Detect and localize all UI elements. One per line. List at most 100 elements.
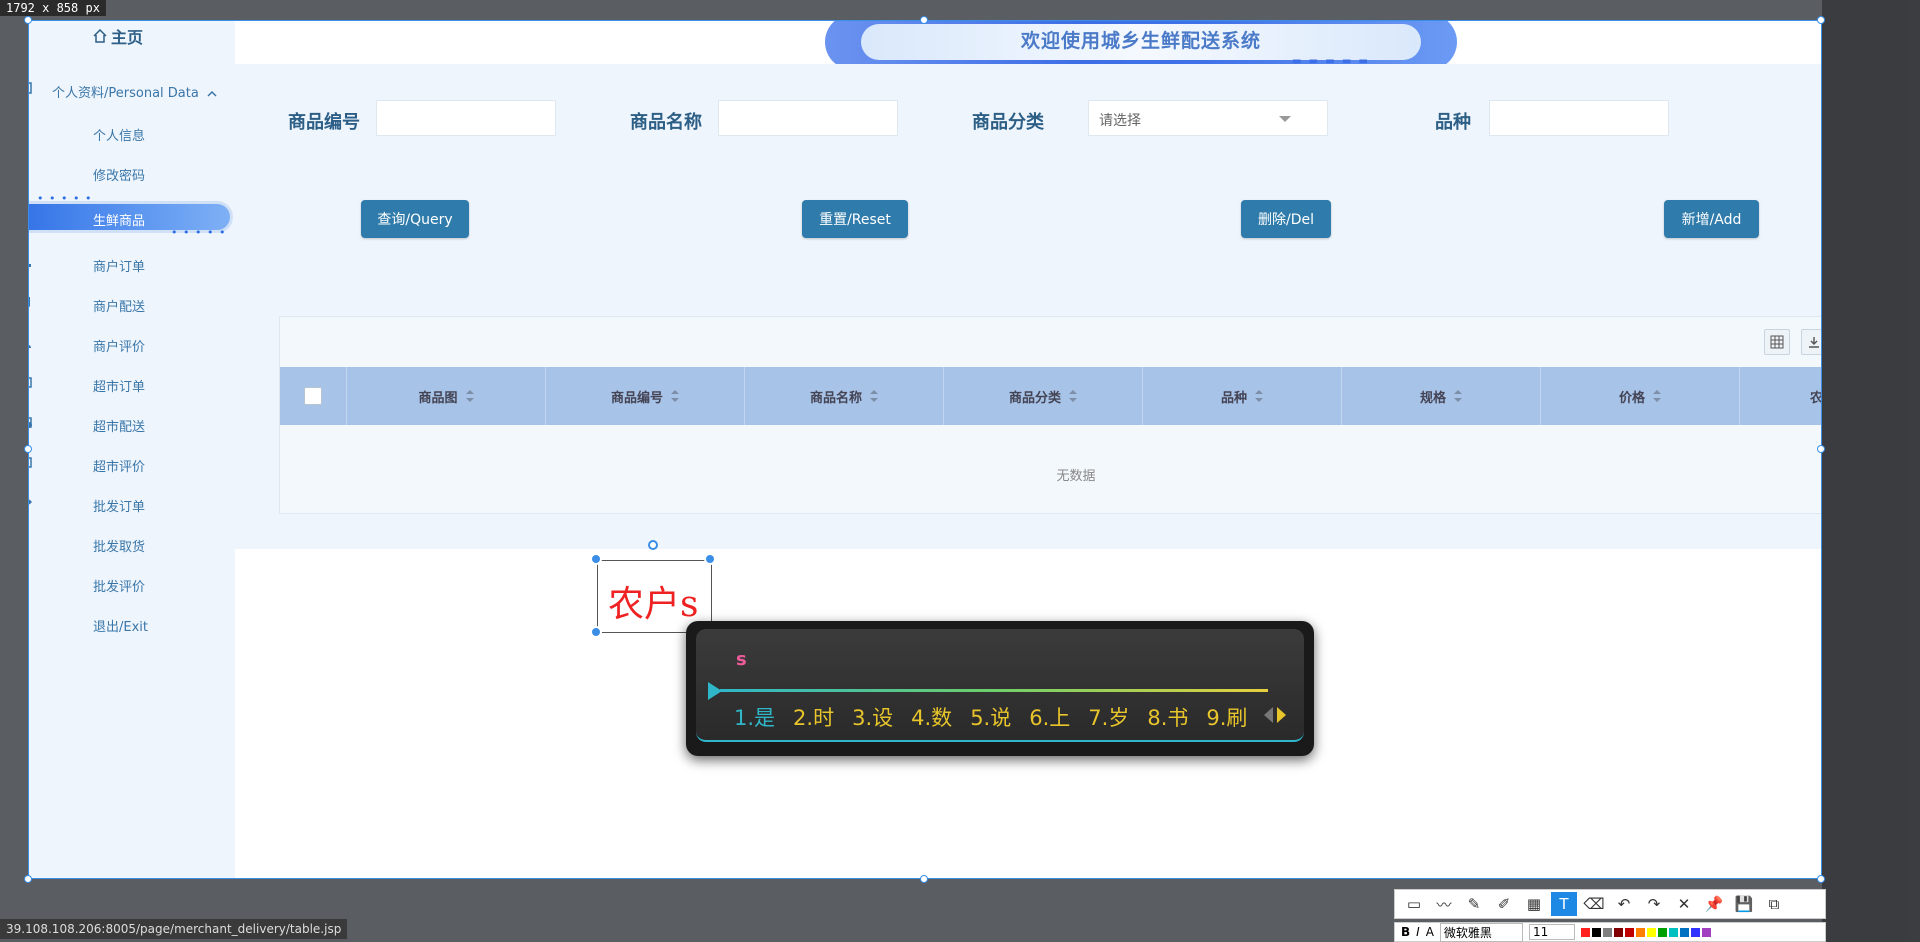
sidebar-item-merchant-review[interactable]: 商户评价 <box>93 336 145 355</box>
annotation-handle[interactable] <box>590 553 602 565</box>
color-swatch[interactable] <box>1669 927 1679 937</box>
sidebar-item-fresh-goods[interactable]: 生鲜商品 <box>93 210 145 229</box>
chevron-up-icon[interactable] <box>206 88 218 100</box>
resize-handle[interactable] <box>1817 445 1825 453</box>
prev-page-icon[interactable] <box>1264 707 1273 723</box>
variety-label: 品种 <box>1435 112 1471 133</box>
resize-handle[interactable] <box>920 16 928 24</box>
resize-handle[interactable] <box>24 16 32 24</box>
column-header[interactable]: 规格 <box>1342 367 1541 425</box>
pen-icon[interactable]: ✎ <box>1461 892 1487 916</box>
select-all-checkbox[interactable] <box>304 387 322 405</box>
color-swatch[interactable] <box>1647 927 1657 937</box>
ime-candidate[interactable]: 9.刷 <box>1206 702 1247 732</box>
delete-button[interactable]: 删除/Del <box>1241 200 1331 238</box>
color-swatch[interactable] <box>1581 927 1591 937</box>
ime-candidate[interactable]: 1.是 <box>734 702 775 732</box>
query-button[interactable]: 查询/Query <box>361 200 469 238</box>
color-swatch[interactable] <box>1625 927 1635 937</box>
resize-handle[interactable] <box>1817 16 1825 24</box>
color-swatch[interactable] <box>1592 927 1602 937</box>
color-swatch[interactable] <box>1636 927 1646 937</box>
export-icon[interactable] <box>1801 329 1822 355</box>
sort-icon[interactable] <box>1653 390 1661 402</box>
sidebar-item-change-password[interactable]: 修改密码 <box>93 165 145 184</box>
product-no-input[interactable] <box>376 100 556 136</box>
sidebar-item-supermarket-delivery[interactable]: 超市配送 <box>93 416 145 435</box>
sidebar-item-exit[interactable]: 退出/Exit <box>93 616 148 635</box>
pin-icon[interactable]: 📌 <box>1701 892 1727 916</box>
grid-icon[interactable] <box>1764 329 1790 355</box>
color-swatch[interactable] <box>1691 927 1701 937</box>
font-family-select[interactable]: 微软雅黑 <box>1439 922 1523 942</box>
redo-icon[interactable]: ↷ <box>1641 892 1667 916</box>
copy-icon[interactable]: ⧉ <box>1761 892 1787 916</box>
ime-candidate[interactable]: 2.时 <box>793 702 834 732</box>
add-button[interactable]: 新增/Add <box>1664 200 1759 238</box>
sort-icon[interactable] <box>1069 390 1077 402</box>
resize-handle[interactable] <box>24 445 32 453</box>
font-color-icon[interactable]: A <box>1426 925 1434 939</box>
column-header[interactable]: 品种 <box>1143 367 1342 425</box>
category-label: 商品分类 <box>972 112 1044 133</box>
sort-icon[interactable] <box>465 390 474 402</box>
color-swatch[interactable] <box>1614 927 1624 937</box>
variety-input[interactable] <box>1489 100 1669 136</box>
resize-handle[interactable] <box>920 875 928 883</box>
sidebar-item-wholesale-review[interactable]: 批发评价 <box>93 576 145 595</box>
ime-candidate[interactable]: 5.说 <box>970 702 1011 732</box>
rotate-handle[interactable] <box>648 540 658 550</box>
ime-candidate[interactable]: 4.数 <box>911 702 952 732</box>
column-header[interactable]: 商品图 <box>347 367 546 425</box>
ime-candidate[interactable]: 7.岁 <box>1088 702 1129 732</box>
resize-handle[interactable] <box>1817 875 1825 883</box>
product-name-label: 商品名称 <box>630 112 702 133</box>
sidebar-item-profile[interactable]: 个人信息 <box>93 125 145 144</box>
ime-candidate[interactable]: 8.书 <box>1147 702 1188 732</box>
cancel-icon[interactable]: ✕ <box>1671 892 1697 916</box>
annotation-handle[interactable] <box>590 626 602 638</box>
column-header[interactable]: 商品分类 <box>944 367 1143 425</box>
column-header[interactable]: 农户用户 <box>1740 367 1822 425</box>
column-header[interactable]: 商品编号 <box>546 367 745 425</box>
resize-handle[interactable] <box>24 875 32 883</box>
text-tool-icon[interactable]: T <box>1551 892 1577 916</box>
mosaic-icon[interactable]: ▦ <box>1521 892 1547 916</box>
sidebar-item-merchant-delivery[interactable]: 商户配送 <box>93 296 145 315</box>
undo-icon[interactable]: ↶ <box>1611 892 1637 916</box>
italic-icon[interactable]: I <box>1416 925 1420 939</box>
column-header[interactable]: 价格 <box>1541 367 1740 425</box>
save-icon[interactable]: 💾 <box>1731 892 1757 916</box>
close-icon[interactable] <box>704 553 716 565</box>
sort-icon[interactable] <box>671 390 679 402</box>
color-swatch[interactable] <box>1658 927 1668 937</box>
ime-candidate-window: s 1.是 2.时 3.设 4.数 5.说 6.上 7.岁 8.书 9.刷 <box>686 621 1314 756</box>
sidebar-item-merchant-orders[interactable]: 商户订单 <box>93 256 145 275</box>
color-swatch[interactable] <box>1680 927 1690 937</box>
eraser-icon[interactable]: ⌫ <box>1581 892 1607 916</box>
sidebar-item-wholesale-pickup[interactable]: 批发取货 <box>93 536 145 555</box>
sidebar-item-supermarket-orders[interactable]: 超市订单 <box>93 376 145 395</box>
column-header[interactable]: 商品名称 <box>745 367 944 425</box>
sidebar-item-supermarket-review[interactable]: 超市评价 <box>93 456 145 475</box>
sort-icon[interactable] <box>1454 390 1462 402</box>
line-icon[interactable]: 〰 <box>1431 892 1457 916</box>
ime-candidate[interactable]: 3.设 <box>852 702 893 732</box>
home-link[interactable]: 主页 <box>93 24 143 48</box>
font-size-select[interactable]: 11 <box>1528 924 1576 940</box>
shape-icon[interactable]: ▭ <box>1401 892 1427 916</box>
color-swatch[interactable] <box>1702 927 1712 937</box>
next-page-icon[interactable] <box>1277 707 1286 723</box>
ime-candidate[interactable]: 6.上 <box>1029 702 1070 732</box>
product-name-input[interactable] <box>718 100 898 136</box>
bold-icon[interactable]: B <box>1401 925 1410 939</box>
sidebar-item-wholesale-orders[interactable]: 批发订单 <box>93 496 145 515</box>
annotation-text[interactable]: 农户s <box>608 575 698 627</box>
sort-icon[interactable] <box>1255 390 1263 402</box>
sort-icon[interactable] <box>870 390 878 402</box>
reset-button[interactable]: 重置/Reset <box>802 200 908 238</box>
sidebar-group-personal-data[interactable]: 个人资料/Personal Data <box>52 82 199 101</box>
category-select[interactable]: 请选择 <box>1088 100 1328 136</box>
marker-icon[interactable]: ✐ <box>1491 892 1517 916</box>
color-swatch[interactable] <box>1603 927 1613 937</box>
